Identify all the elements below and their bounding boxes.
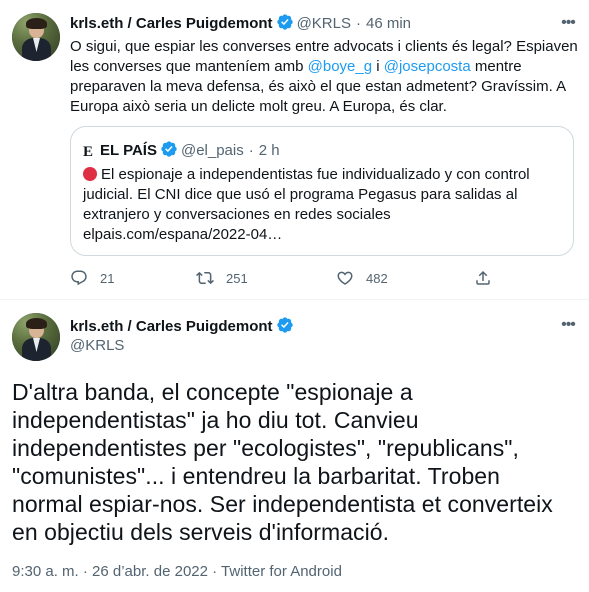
tweet-text-line: "comunistes"... i entendreu la barbarita…: [12, 463, 500, 489]
share-button[interactable]: [474, 266, 504, 290]
author-handle[interactable]: @KRLS: [297, 15, 351, 32]
tweet-text-line: D'altra banda, el concepte "espionaje a: [12, 379, 413, 405]
tweet-text-line: Europa això seria un delicte molt greu. …: [70, 98, 447, 115]
separator: ·: [248, 142, 254, 159]
retweet-icon: [196, 271, 214, 285]
tweet-header: krls.eth / Carles Puigdemont @KRLS · 46 min: [70, 13, 411, 34]
tweet-text: O sigui, que espiar les converses entre …: [70, 37, 580, 117]
text-span: les converses que mantení­em amb: [70, 58, 304, 75]
separator: ·: [355, 15, 361, 32]
text-span: i: [372, 58, 384, 75]
tweet-text-line: independentistas" ja ho diu tot. Canvieu: [12, 407, 419, 433]
quoted-tweet-header: E EL PAÍS @el_pais · 2 h: [83, 140, 280, 161]
quoted-author-name: EL PAÍS: [100, 142, 157, 159]
like-button[interactable]: 482: [336, 266, 388, 290]
quoted-text-line: El espionaje a independentistas fue indi…: [83, 165, 569, 185]
quoted-author-handle: @el_pais: [180, 142, 244, 159]
quoted-tweet-text: El espionaje a independentistas fue indi…: [83, 165, 569, 245]
tweet-text: D'altra banda, el concepte "espionaje a …: [12, 378, 572, 546]
tweet-time[interactable]: 46 min: [366, 15, 411, 32]
red-circle-emoji-icon: [83, 167, 97, 181]
tweet-text-line: en objectiu dels serveis d'informació.: [12, 519, 390, 545]
mention-link[interactable]: @josepcosta: [384, 58, 471, 75]
avatar[interactable]: [12, 313, 60, 361]
tweet-text-line: normal espiar-nos. Ser independentista e…: [12, 491, 553, 517]
share-icon: [476, 270, 490, 285]
tweet-card-1[interactable]: krls.eth / Carles Puigdemont @KRLS · 46 min…: [0, 0, 589, 300]
text-span: mentre: [470, 58, 522, 75]
quoted-text-line: judicial. El CNI dice que usó el program…: [83, 186, 518, 203]
quoted-tweet-time: 2 h: [258, 142, 280, 159]
more-icon[interactable]: •••: [558, 13, 578, 33]
author-name[interactable]: krls.eth / Carles Puigdemont: [70, 318, 273, 335]
quoted-text-line: extranjero y conversaciones en redes soc…: [83, 206, 391, 223]
tweet-timestamp[interactable]: 9:30 a. m. · 26 d’abr. de 2022 · Twitter…: [12, 562, 342, 582]
text-span: El espionaje a independentistas fue indi…: [101, 166, 530, 183]
el-pais-logo-icon: E: [83, 144, 94, 160]
tweet-actions: 21 251 482: [70, 266, 574, 290]
tweet-text-line: preparaven la meva defensa, és això el q…: [70, 78, 567, 95]
mention-link[interactable]: @boye_g: [308, 58, 372, 75]
reply-count: 21: [100, 270, 115, 286]
tweet-text-line: O sigui, que espiar les converses entre …: [70, 38, 578, 55]
tweet-text-line: independentistes per "ecologistes", "rep…: [12, 435, 519, 461]
like-icon: [337, 271, 353, 285]
verified-badge-icon: [276, 14, 293, 30]
retweet-count: 251: [226, 270, 248, 286]
reply-button[interactable]: 21: [70, 266, 114, 290]
reply-icon: [71, 270, 87, 286]
retweet-button[interactable]: 251: [196, 266, 248, 290]
tweet-header: krls.eth / Carles Puigdemont: [70, 316, 297, 337]
author-name[interactable]: krls.eth / Carles Puigdemont: [70, 15, 273, 32]
verified-badge-icon: [276, 317, 293, 333]
verified-badge-icon: [161, 141, 177, 157]
like-count: 482: [366, 270, 388, 286]
tweet-text-line: les converses que mantení­em amb @boye_g…: [70, 57, 580, 77]
quoted-link[interactable]: elpais.com/espana/2022-04…: [83, 225, 569, 245]
author-handle[interactable]: @KRLS: [70, 336, 124, 356]
quoted-tweet[interactable]: E EL PAÍS @el_pais · 2 h El espionaje a inde…: [70, 126, 574, 256]
avatar[interactable]: [12, 13, 60, 61]
more-icon[interactable]: •••: [558, 315, 578, 335]
